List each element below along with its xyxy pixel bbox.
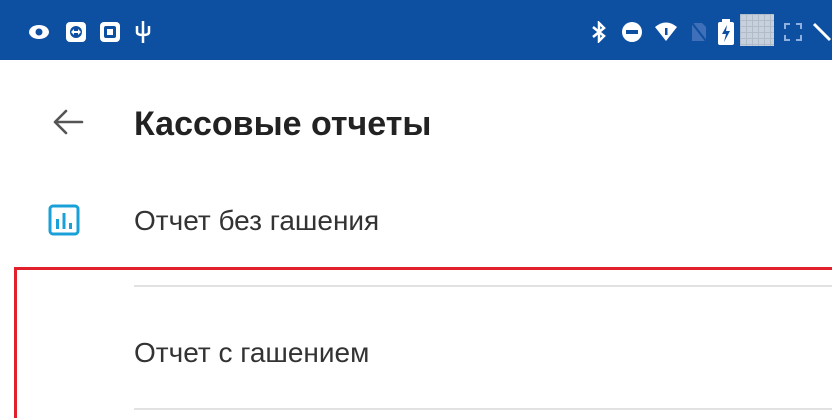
usb-icon (132, 21, 154, 43)
no-sim-icon (690, 22, 708, 42)
signal-icon (812, 22, 832, 42)
menu-item-report-without-closing[interactable]: Отчет без гашения (0, 186, 832, 276)
menu-item-label: Отчет без гашения (134, 205, 380, 236)
remote-control-icon (64, 22, 88, 42)
wifi-icon (654, 22, 678, 42)
menu-item-label: Отчет с гашением (134, 337, 370, 368)
status-bar (0, 0, 832, 60)
back-button[interactable] (46, 102, 90, 146)
toolbar: Кассовые отчеты (0, 60, 832, 186)
expand-icon (782, 22, 804, 42)
bar-chart-icon (48, 204, 80, 236)
arrow-left-icon (52, 108, 84, 141)
do-not-disturb-icon (620, 22, 644, 42)
menu-item-report-with-closing[interactable]: Отчет с гашением (0, 282, 832, 418)
status-overlay-grid (740, 14, 774, 46)
battery-icon (716, 19, 736, 45)
divider (134, 408, 832, 410)
page-title: Кассовые отчеты (134, 105, 432, 143)
screenshot-icon (98, 22, 122, 42)
screen: Кассовые отчеты Отчет без гашения Отчет … (0, 0, 832, 418)
eye-icon (26, 22, 52, 42)
bluetooth-icon (590, 21, 608, 43)
